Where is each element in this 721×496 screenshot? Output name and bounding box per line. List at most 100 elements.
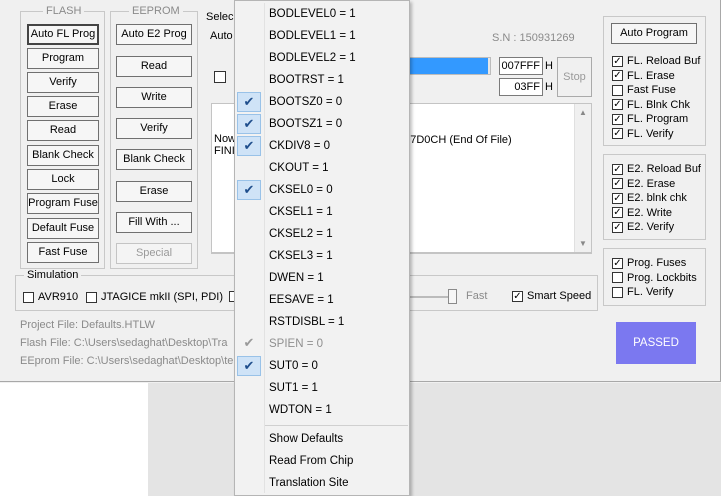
smart-speed-checkbox[interactable]: ✓ xyxy=(512,290,523,302)
menu-item-bodlevel1-1[interactable]: BODLEVEL1 = 1 xyxy=(235,25,409,47)
jtagice-option[interactable]: JTAGICE mkII (SPI, PDI) xyxy=(86,291,223,303)
menu-item-bodlevel0-1[interactable]: BODLEVEL0 = 1 xyxy=(235,3,409,25)
log-scrollbar[interactable]: ▲ ▼ xyxy=(574,104,591,252)
flash-group-title: FLASH xyxy=(43,5,85,17)
flash-file: Flash File: C:\Users\sedaghat\Desktop\Tr… xyxy=(20,337,228,349)
jtagice-checkbox[interactable] xyxy=(86,291,97,303)
fl-erase-checkbox[interactable]: ✓ xyxy=(612,70,623,82)
e2-reload-buf-option[interactable]: ✓ E2. Reload Buf xyxy=(612,163,701,175)
e2-erase-checkbox[interactable]: ✓ xyxy=(612,178,623,190)
address-field-1[interactable]: 007FFF xyxy=(499,57,543,75)
flash-program-fuse-button[interactable]: Program Fuse xyxy=(27,193,99,214)
eeprom-special-button[interactable]: Special xyxy=(116,243,192,264)
fast-fuse-label: Fast Fuse xyxy=(627,84,676,96)
e2-reload-buf-checkbox[interactable]: ✓ xyxy=(612,163,623,175)
eeprom-fill-with-button[interactable]: Fill With ... xyxy=(116,212,192,233)
e2-blnk-chk-option[interactable]: ✓ E2. blnk chk xyxy=(612,192,687,204)
avr910-option[interactable]: AVR910 xyxy=(23,291,78,303)
menu-item-ckdiv8-0[interactable]: ✔ CKDIV8 = 0 xyxy=(235,135,409,157)
flash-fast-fuse-button[interactable]: Fast Fuse xyxy=(27,242,99,263)
menu-item-translation-site[interactable]: Translation Site xyxy=(235,472,409,494)
fl-verify-option[interactable]: ✓ FL. Verify xyxy=(612,128,673,140)
e2-verify-label: E2. Verify xyxy=(627,221,675,233)
menu-item-bootrst-1[interactable]: BOOTRST = 1 xyxy=(235,69,409,91)
menu-item-dwen-1[interactable]: DWEN = 1 xyxy=(235,267,409,289)
e2-erase-option[interactable]: ✓ E2. Erase xyxy=(612,178,675,190)
fl-reload-buf-option[interactable]: ✓ FL. Reload Buf xyxy=(612,55,700,67)
fl-reload-buf-checkbox[interactable]: ✓ xyxy=(612,55,623,67)
menu-item-label: Read From Chip xyxy=(269,455,354,467)
fl-erase-option[interactable]: ✓ FL. Erase xyxy=(612,70,675,82)
option-checkbox[interactable] xyxy=(214,71,226,83)
menu-item-bodlevel2-1[interactable]: BODLEVEL2 = 1 xyxy=(235,47,409,69)
avr910-checkbox[interactable] xyxy=(23,291,34,303)
scroll-up-icon[interactable]: ▲ xyxy=(579,108,587,117)
menu-item-cksel1-1[interactable]: CKSEL1 = 1 xyxy=(235,201,409,223)
fl-program-option[interactable]: ✓ FL. Program xyxy=(612,113,688,125)
fl-program-checkbox[interactable]: ✓ xyxy=(612,113,623,125)
menu-item-label: CKSEL3 = 1 xyxy=(269,250,333,262)
menu-item-cksel3-1[interactable]: CKSEL3 = 1 xyxy=(235,245,409,267)
prog-lockbits-checkbox[interactable] xyxy=(612,272,623,284)
e2-verify-option[interactable]: ✓ E2. Verify xyxy=(612,221,674,233)
e2-verify-checkbox[interactable]: ✓ xyxy=(612,221,623,233)
menu-item-label: EESAVE = 1 xyxy=(269,294,334,306)
fl-verify-checkbox[interactable] xyxy=(612,286,623,298)
fast-label: Fast xyxy=(466,290,488,302)
eeprom-blank-check-button[interactable]: Blank Check xyxy=(116,149,192,170)
menu-separator xyxy=(265,425,408,426)
menu-item-sut0-0[interactable]: ✔ SUT0 = 0 xyxy=(235,355,409,377)
menu-item-label: CKDIV8 = 0 xyxy=(269,140,331,152)
eeprom-verify-button[interactable]: Verify xyxy=(116,118,192,139)
menu-item-label: BOOTRST = 1 xyxy=(269,74,344,86)
menu-item-label: Translation Site xyxy=(269,477,349,489)
fl-blnk-chk-checkbox[interactable]: ✓ xyxy=(612,99,623,111)
e2-write-option[interactable]: ✓ E2. Write xyxy=(612,207,672,219)
menu-item-ckout-1[interactable]: CKOUT = 1 xyxy=(235,157,409,179)
menu-item-eesave-1[interactable]: EESAVE = 1 xyxy=(235,289,409,311)
menu-item-read-from-chip[interactable]: Read From Chip xyxy=(235,450,409,472)
flash-default-fuse-button[interactable]: Default Fuse xyxy=(27,218,99,239)
e2-write-checkbox[interactable]: ✓ xyxy=(612,207,623,219)
flash-blank-check-button[interactable]: Blank Check xyxy=(27,145,99,166)
prog-fuses-option[interactable]: ✓ Prog. Fuses xyxy=(612,257,686,269)
fl-verify-checkbox[interactable]: ✓ xyxy=(612,128,623,140)
menu-item-bootsz1-0[interactable]: ✔ BOOTSZ1 = 0 xyxy=(235,113,409,135)
flash-verify-button[interactable]: Verify xyxy=(27,72,99,93)
fast-fuse-option[interactable]: Fast Fuse xyxy=(612,84,676,96)
eeprom-erase-button[interactable]: Erase xyxy=(116,181,192,202)
address-field-2[interactable]: 03FF xyxy=(499,78,543,96)
prog-fuses-label: Prog. Fuses xyxy=(627,257,687,269)
auto-program-button[interactable]: Auto Program xyxy=(611,23,697,44)
menu-item-sut1-1[interactable]: SUT1 = 1 xyxy=(235,377,409,399)
flash-auto-fl-prog-button[interactable]: Auto FL Prog xyxy=(27,24,99,45)
fl-verify-option[interactable]: FL. Verify xyxy=(612,286,673,298)
menu-item-show-defaults[interactable]: Show Defaults xyxy=(235,428,409,450)
eeprom-auto-e2-prog-button[interactable]: Auto E2 Prog xyxy=(116,24,192,45)
menu-item-cksel0-0[interactable]: ✔ CKSEL0 = 0 xyxy=(235,179,409,201)
flash-erase-button[interactable]: Erase xyxy=(27,96,99,117)
menu-item-rstdisbl-1[interactable]: RSTDISBL = 1 xyxy=(235,311,409,333)
flash-program-button[interactable]: Program xyxy=(27,48,99,69)
avr910-label: AVR910 xyxy=(38,291,79,303)
smart-speed-option[interactable]: ✓ Smart Speed xyxy=(512,290,591,302)
menu-item-wdton-1[interactable]: WDTON = 1 xyxy=(235,399,409,421)
prog-lockbits-option[interactable]: Prog. Lockbits xyxy=(612,272,697,284)
address-unit-2: H xyxy=(545,81,553,93)
speed-slider-thumb[interactable] xyxy=(448,289,457,304)
menu-item-cksel2-1[interactable]: CKSEL2 = 1 xyxy=(235,223,409,245)
stop-button[interactable]: Stop xyxy=(557,57,592,97)
menu-item-bootsz0-0[interactable]: ✔ BOOTSZ0 = 0 xyxy=(235,91,409,113)
menu-item-label: CKSEL0 = 0 xyxy=(269,184,333,196)
eeprom-read-button[interactable]: Read xyxy=(116,56,192,77)
flash-read-button[interactable]: Read xyxy=(27,120,99,141)
prog-fuses-checkbox[interactable]: ✓ xyxy=(612,257,623,269)
eeprom-write-button[interactable]: Write xyxy=(116,87,192,108)
fl-erase-label: FL. Erase xyxy=(627,69,675,82)
speed-slider-track[interactable] xyxy=(410,296,450,298)
fast-fuse-checkbox[interactable] xyxy=(612,84,623,96)
scroll-down-icon[interactable]: ▼ xyxy=(579,239,587,248)
flash-lock-button[interactable]: Lock xyxy=(27,169,99,190)
fl-blnk-chk-option[interactable]: ✓ FL. Blnk Chk xyxy=(612,99,690,111)
e2-blnk-chk-checkbox[interactable]: ✓ xyxy=(612,192,623,204)
